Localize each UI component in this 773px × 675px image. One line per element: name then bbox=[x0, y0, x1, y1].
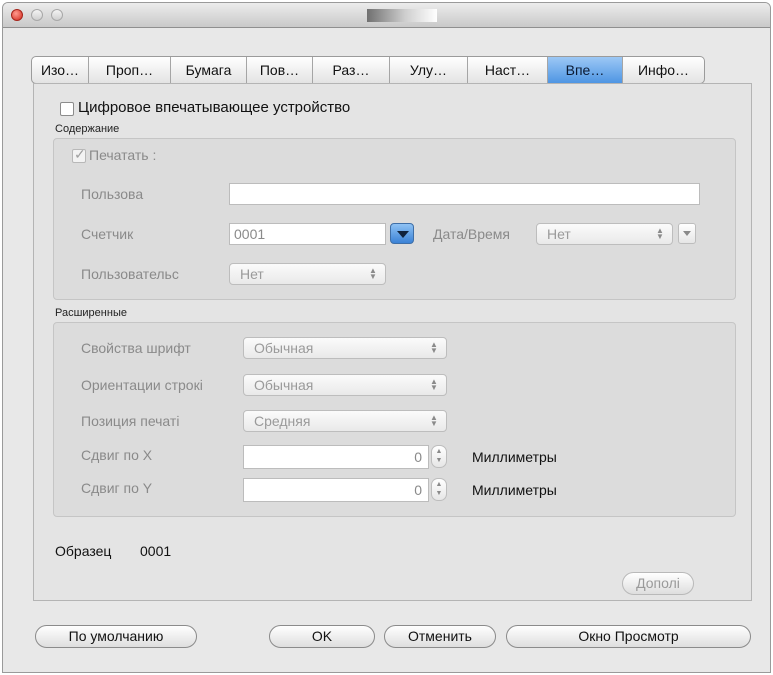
datetime-select[interactable]: Нет ▲ ▼ bbox=[536, 223, 673, 245]
position-label: Позиция печаті bbox=[81, 413, 180, 429]
tab-settings[interactable]: Наст… bbox=[468, 57, 548, 83]
datetime-label: Дата/Время bbox=[433, 226, 511, 242]
datetime-select-value: Нет bbox=[547, 226, 571, 242]
title-bar bbox=[3, 3, 770, 28]
datetime-dropdown-button[interactable] bbox=[678, 223, 696, 244]
cancel-button[interactable]: Отменить bbox=[384, 625, 496, 648]
checkmark-icon: ✓ bbox=[74, 146, 86, 162]
more-button[interactable]: Дополі bbox=[622, 572, 694, 595]
sample-value: 0001 bbox=[140, 543, 172, 559]
updown-arrows-icon: ▲ ▼ bbox=[430, 340, 438, 355]
shift-y-field[interactable]: 0 bbox=[243, 478, 429, 502]
advanced-group-label: Расширенные bbox=[55, 307, 127, 319]
font-label: Свойства шрифт bbox=[81, 340, 191, 356]
shift-y-stepper[interactable]: ▲ ▼ bbox=[431, 478, 447, 501]
contents-group-label: Содержание bbox=[55, 123, 120, 135]
shift-x-stepper[interactable]: ▲ ▼ bbox=[431, 445, 447, 468]
user-select[interactable]: Нет ▲ ▼ bbox=[229, 263, 386, 285]
tab-imprinter[interactable]: Впе… bbox=[548, 57, 623, 83]
preview-button[interactable]: Окно Просмотр bbox=[506, 625, 751, 648]
font-select[interactable]: Обычная ▲ ▼ bbox=[243, 337, 447, 359]
user-text-field[interactable] bbox=[229, 183, 700, 205]
shift-y-label: Сдвиг по Y bbox=[81, 480, 153, 496]
orientation-label: Ориентации строкі bbox=[81, 377, 203, 393]
shift-y-unit: Миллиметры bbox=[472, 482, 557, 498]
orientation-select[interactable]: Обычная ▲ ▼ bbox=[243, 374, 447, 396]
minimize-window-icon[interactable] bbox=[31, 9, 43, 21]
tab-image[interactable]: Изо… bbox=[32, 57, 89, 83]
updown-arrows-icon: ▲ ▼ bbox=[369, 266, 377, 281]
contents-group: ✓ Печатать : Пользова Счетчик 0001 Дата/… bbox=[53, 138, 736, 300]
user-label: Пользова bbox=[81, 186, 144, 202]
ok-button[interactable]: OK bbox=[269, 625, 375, 648]
tab-properties[interactable]: Проп… bbox=[89, 57, 171, 83]
tab-bar: Изо… Проп… Бумага Пов… Раз… Улу… Наст… В… bbox=[31, 56, 705, 84]
shift-x-field[interactable]: 0 bbox=[243, 445, 429, 469]
print-checkbox-label: Печатать : bbox=[89, 147, 157, 163]
orientation-select-value: Обычная bbox=[254, 377, 314, 393]
shift-x-unit: Миллиметры bbox=[472, 449, 557, 465]
print-checkbox[interactable]: ✓ bbox=[72, 146, 86, 163]
chevron-down-icon bbox=[397, 231, 409, 238]
user-select-value: Нет bbox=[240, 266, 264, 282]
updown-arrows-icon: ▲ ▼ bbox=[430, 413, 438, 428]
counter-dropdown-button[interactable] bbox=[390, 223, 414, 244]
window-title-redacted bbox=[367, 9, 437, 22]
tab-rotate[interactable]: Пов… bbox=[247, 57, 313, 83]
chevron-down-icon bbox=[683, 231, 691, 236]
imprinter-checkbox-label: Цифровое впечатывающее устройство bbox=[78, 99, 351, 116]
zoom-window-icon[interactable] bbox=[51, 9, 63, 21]
dialog-window: Изо… Проп… Бумага Пов… Раз… Улу… Наст… В… bbox=[2, 2, 771, 673]
user-select-label: Пользовательс bbox=[81, 266, 179, 282]
close-window-icon[interactable] bbox=[11, 9, 23, 21]
counter-field[interactable]: 0001 bbox=[229, 223, 386, 245]
font-select-value: Обычная bbox=[254, 340, 314, 356]
updown-arrows-icon: ▲ ▼ bbox=[430, 377, 438, 392]
position-select-value: Средняя bbox=[254, 413, 311, 429]
sample-label: Образец bbox=[55, 543, 112, 559]
updown-arrows-icon: ▲ ▼ bbox=[656, 226, 664, 241]
imprinter-panel: Цифровое впечатывающее устройство Содерж… bbox=[33, 83, 752, 601]
counter-label: Счетчик bbox=[81, 226, 134, 242]
tab-enhancement[interactable]: Улу… bbox=[390, 57, 468, 83]
tab-paper[interactable]: Бумага bbox=[171, 57, 247, 83]
shift-x-label: Сдвиг по X bbox=[81, 447, 153, 463]
position-select[interactable]: Средняя ▲ ▼ bbox=[243, 410, 447, 432]
tab-separation[interactable]: Раз… bbox=[313, 57, 390, 83]
defaults-button[interactable]: По умолчанию bbox=[35, 625, 197, 648]
imprinter-checkbox[interactable] bbox=[60, 102, 74, 116]
advanced-group: Свойства шрифт Обычная ▲ ▼ Ориентации стр… bbox=[53, 322, 736, 517]
tab-info[interactable]: Инфо… bbox=[623, 57, 704, 83]
